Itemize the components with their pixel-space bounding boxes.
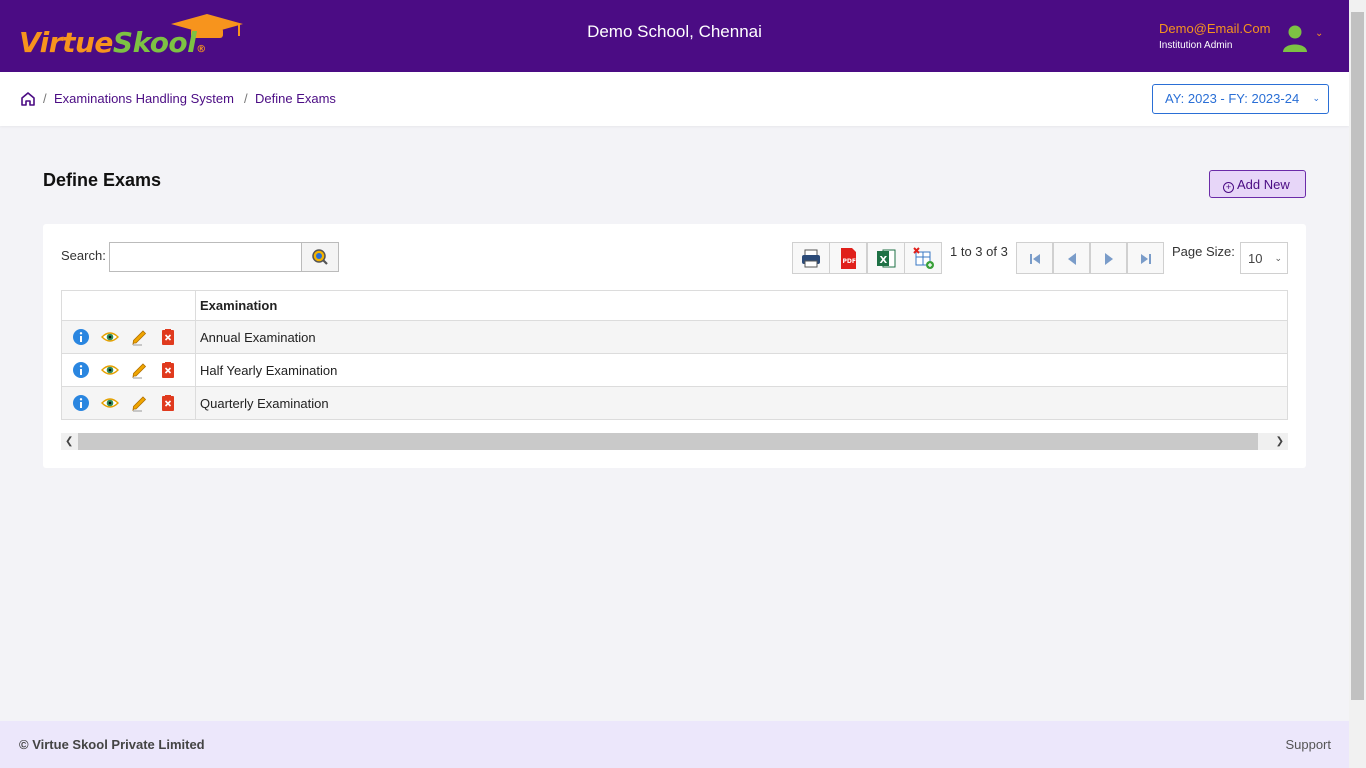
support-link[interactable]: Support [1285, 737, 1331, 752]
user-avatar-icon[interactable] [1282, 24, 1308, 52]
copyright-text: © Virtue Skool Private Limited [19, 737, 205, 752]
examination-column-header[interactable]: Examination [195, 290, 1288, 321]
examination-cell[interactable]: Quarterly Examination [195, 386, 1288, 420]
breadcrumb-bar: / Examinations Handling System / Define … [0, 72, 1349, 126]
academic-year-value: AY: 2023 - FY: 2023-24 [1165, 91, 1300, 106]
examination-cell[interactable]: Annual Examination [195, 320, 1288, 354]
examination-cell[interactable]: Half Yearly Examination [195, 353, 1288, 387]
last-page-button[interactable] [1127, 242, 1164, 274]
table-row: Annual Examination [61, 320, 1288, 354]
page-size-value: 10 [1248, 251, 1263, 266]
next-page-button[interactable] [1090, 242, 1127, 274]
view-eye-icon[interactable] [101, 394, 119, 412]
edit-pencil-icon[interactable] [130, 328, 148, 346]
add-new-button[interactable]: + Add New [1209, 170, 1306, 198]
footer: © Virtue Skool Private Limited Support [0, 721, 1349, 768]
info-icon[interactable] [72, 394, 90, 412]
printer-icon [802, 249, 820, 268]
academic-year-select[interactable]: AY: 2023 - FY: 2023-24 ⌄ [1152, 84, 1329, 114]
search-icon [312, 249, 328, 265]
scroll-right-icon[interactable]: ❯ [1276, 436, 1284, 447]
chevron-down-icon: ⌄ [1312, 93, 1320, 103]
edit-pencil-icon[interactable] [130, 361, 148, 379]
school-name: Demo School, Chennai [587, 22, 762, 41]
scroll-left-icon[interactable]: ❮ [65, 436, 73, 447]
column-chooser-button[interactable] [904, 242, 942, 274]
search-label: Search: [61, 248, 106, 263]
home-icon[interactable] [20, 91, 36, 107]
excel-icon: X [877, 249, 896, 268]
breadcrumb-examinations[interactable]: Examinations Handling System [54, 91, 234, 106]
prev-page-button[interactable] [1053, 242, 1090, 274]
table-row: Half Yearly Examination [61, 353, 1288, 387]
breadcrumb-separator: / [244, 91, 248, 106]
add-circle-icon: + [1223, 182, 1234, 193]
delete-icon[interactable] [159, 328, 177, 346]
row-actions [61, 320, 196, 354]
user-menu-chevron-icon[interactable]: ⌄ [1315, 28, 1323, 39]
next-page-icon [1105, 253, 1113, 265]
table-header-row: Examination [61, 290, 1288, 321]
actions-column-header [61, 290, 196, 321]
view-eye-icon[interactable] [101, 328, 119, 346]
exams-card: Search: PDF X 1 to 3 of 3 Page Size: 10 … [43, 224, 1306, 468]
first-page-button[interactable] [1016, 242, 1053, 274]
chevron-down-icon: ⌄ [1274, 253, 1282, 263]
first-page-icon [1030, 254, 1040, 264]
top-bar: VirtueSkool® Demo School, Chennai Demo@E… [0, 0, 1349, 72]
delete-icon[interactable] [159, 394, 177, 412]
row-actions [61, 353, 196, 387]
pdf-icon: PDF [841, 248, 856, 269]
vertical-scrollbar[interactable] [1349, 0, 1366, 768]
delete-icon[interactable] [159, 361, 177, 379]
edit-pencil-icon[interactable] [130, 394, 148, 412]
svg-text:PDF: PDF [843, 258, 856, 265]
print-button[interactable] [792, 242, 830, 274]
page-title: Define Exams [43, 170, 162, 190]
user-role: Institution Admin [1159, 40, 1233, 51]
breadcrumb-define-exams[interactable]: Define Exams [255, 91, 336, 106]
search-button[interactable] [301, 242, 339, 272]
table-row: Quarterly Examination [61, 386, 1288, 420]
table-settings-icon [913, 247, 934, 269]
info-icon[interactable] [72, 361, 90, 379]
svg-text:X: X [880, 255, 888, 266]
add-new-label: Add New [1237, 177, 1290, 192]
last-page-icon [1141, 254, 1151, 264]
export-pdf-button[interactable]: PDF [829, 242, 867, 274]
page-size-label: Page Size: [1172, 244, 1235, 259]
pagination-info: 1 to 3 of 3 [950, 244, 1008, 259]
prev-page-icon [1068, 253, 1076, 265]
horizontal-scrollbar[interactable]: ❮ ❯ [61, 433, 1288, 450]
horizontal-scroll-thumb[interactable] [78, 433, 1258, 450]
user-email[interactable]: Demo@Email.Com [1159, 21, 1270, 36]
info-icon[interactable] [72, 328, 90, 346]
breadcrumb-separator: / [43, 91, 47, 106]
exams-table: Examination Annual Examination Half Year… [61, 290, 1288, 420]
export-excel-button[interactable]: X [867, 242, 905, 274]
row-actions [61, 386, 196, 420]
page-size-select[interactable]: 10 ⌄ [1240, 242, 1288, 274]
view-eye-icon[interactable] [101, 361, 119, 379]
vertical-scroll-thumb[interactable] [1351, 12, 1364, 700]
search-input[interactable] [109, 242, 302, 272]
